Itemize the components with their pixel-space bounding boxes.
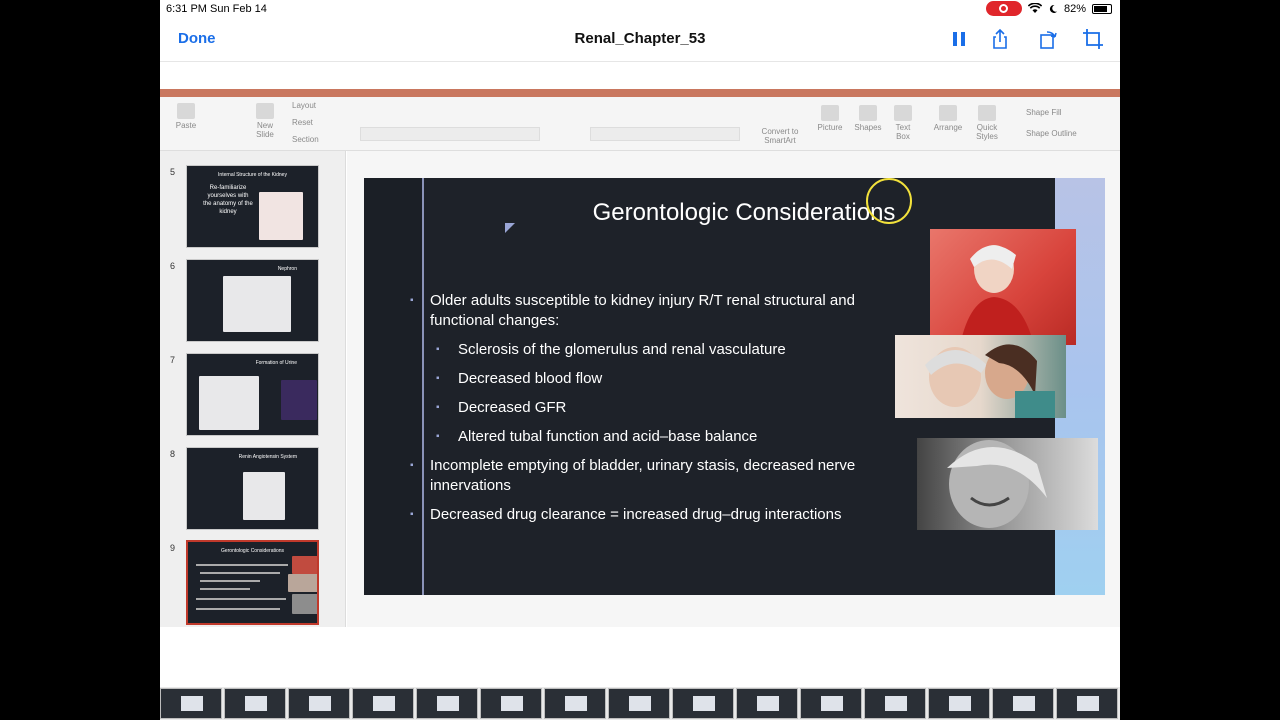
shape-outline-button[interactable]: Shape Outline: [1026, 129, 1106, 138]
paste-icon: [177, 103, 195, 119]
picture-icon: [821, 105, 839, 121]
status-time: 6:31 PM Sun Feb 14: [166, 3, 267, 15]
slide-thumbnail-9[interactable]: Gerontologic Considerations: [186, 540, 319, 625]
thumbnail-number: 5: [170, 167, 176, 177]
thumbnail-number: 8: [170, 449, 176, 459]
bullet-item: Incomplete emptying of bladder, urinary …: [408, 456, 918, 496]
nephron-image: [223, 276, 291, 332]
urine-formation-image: [199, 376, 259, 430]
kidney-image: [259, 192, 303, 240]
bullet-item: Sclerosis of the glomerulus and renal va…: [408, 340, 918, 360]
slide-thumbnail-pane: 5 Internal Structure of the Kidney Re-fa…: [160, 151, 346, 627]
wifi-icon: [1027, 3, 1042, 13]
slide-edit-area: Gerontologic Considerations Older adults…: [347, 151, 1120, 627]
pause-icon[interactable]: [948, 28, 970, 50]
battery-level: [1094, 5, 1108, 12]
reset-button[interactable]: Reset: [292, 118, 348, 127]
photo-caregiver-with-elder[interactable]: [895, 335, 1066, 418]
text-box-button[interactable]: Text Box: [890, 105, 916, 141]
document-title: Renal_Chapter_53: [574, 30, 706, 47]
thumbnail-title: Renin Angiotensin System: [238, 454, 297, 460]
thumbnail-title: Formation of Urine: [255, 360, 297, 366]
video-scrubber-filmstrip[interactable]: [160, 687, 1120, 720]
filmstrip-frame: [544, 688, 606, 719]
filmstrip-frame: [864, 688, 926, 719]
ipad-screen: 6:31 PM Sun Feb 14 82% Done Renal_Chapte…: [160, 0, 1120, 720]
convert-to-smartart-button[interactable]: Convert to SmartArt: [756, 127, 804, 145]
bottom-blank-area: [160, 627, 1120, 687]
filmstrip-frame: [480, 688, 542, 719]
filmstrip-frame: [160, 688, 222, 719]
filmstrip-frame: [416, 688, 478, 719]
filmstrip-frame: [288, 688, 350, 719]
bullet-item: Decreased GFR: [408, 398, 918, 418]
filmstrip-frame: [1056, 688, 1118, 719]
shapes-icon: [859, 105, 877, 121]
kidney-diagram-image: [281, 380, 317, 420]
thumbnail-title: Nephron: [277, 266, 297, 272]
slide-thumbnail-5[interactable]: Internal Structure of the Kidney Re-fami…: [186, 165, 319, 248]
slide-thumbnail-6[interactable]: Nephron: [186, 259, 319, 342]
section-button[interactable]: Section: [292, 135, 348, 144]
quick-styles-icon: [978, 105, 996, 121]
thumbnail-number: 7: [170, 355, 176, 365]
filmstrip-frame: [992, 688, 1054, 719]
status-right: 82%: [985, 1, 1112, 16]
rotate-icon[interactable]: [1037, 28, 1059, 50]
thumbnail-title: Gerontologic Considerations: [220, 548, 285, 554]
slide-thumbnail-8[interactable]: Renin Angiotensin System: [186, 447, 319, 530]
arrange-icon: [939, 105, 957, 121]
pointer-highlight: [866, 178, 912, 224]
slide-title[interactable]: Gerontologic Considerations: [424, 199, 1064, 227]
filmstrip-frame: [928, 688, 990, 719]
bullet-item: Decreased drug clearance = increased dru…: [408, 505, 918, 525]
thumbnail-text: Re-familiarize yourselves with the anato…: [203, 185, 253, 215]
slide-thumbnail-7[interactable]: Formation of Urine: [186, 353, 319, 436]
status-bar: 6:31 PM Sun Feb 14 82%: [160, 0, 1120, 18]
current-slide[interactable]: Gerontologic Considerations Older adults…: [364, 178, 1105, 595]
new-slide-icon: [256, 103, 274, 119]
filmstrip-frame: [608, 688, 670, 719]
record-icon: [999, 4, 1009, 13]
arrange-button[interactable]: Arrange: [930, 105, 966, 132]
photo-smiling-older-woman[interactable]: [930, 229, 1076, 345]
share-icon[interactable]: [989, 28, 1011, 50]
bullet-item: Altered tubal function and acid–base bal…: [408, 427, 918, 447]
thumbnail-photo: [292, 556, 317, 574]
shapes-button[interactable]: Shapes: [852, 105, 884, 132]
bullet-item: Older adults susceptible to kidney injur…: [408, 291, 918, 331]
slide-bullet-list[interactable]: Older adults susceptible to kidney injur…: [408, 291, 918, 534]
thumbnail-number: 9: [170, 543, 176, 553]
layout-button[interactable]: Layout: [292, 101, 348, 110]
ribbon-toolbar: Paste New Slide Layout Reset Section Con…: [160, 97, 1120, 151]
photo-elderly-woman-portrait[interactable]: [917, 438, 1098, 530]
screen-record-indicator[interactable]: [985, 1, 1022, 16]
thumbnail-title: Internal Structure of the Kidney: [218, 172, 287, 178]
picture-button[interactable]: Picture: [814, 105, 846, 132]
filmstrip-frame: [352, 688, 414, 719]
quick-styles-button[interactable]: Quick Styles: [972, 105, 1002, 141]
battery-icon: [1092, 3, 1112, 14]
battery-percent: 82%: [1063, 2, 1086, 15]
filmstrip-frame: [736, 688, 798, 719]
filmstrip-frame: [800, 688, 862, 719]
ribbon-tab-strip[interactable]: [160, 89, 1120, 97]
shape-fill-button[interactable]: Shape Fill: [1026, 108, 1096, 117]
bullet-item: Decreased blood flow: [408, 369, 918, 389]
font-format-controls[interactable]: [360, 127, 540, 141]
crop-icon[interactable]: [1082, 28, 1104, 50]
thumbnail-photo: [292, 594, 317, 614]
text-box-icon: [894, 105, 912, 121]
paragraph-format-controls[interactable]: [590, 127, 740, 141]
raas-diagram-image: [243, 472, 285, 520]
navigation-bar: Done Renal_Chapter_53: [160, 18, 1120, 62]
thumbnail-photo: [288, 574, 317, 592]
moon-icon: [1049, 4, 1057, 13]
thumbnail-number: 6: [170, 261, 176, 271]
paste-button[interactable]: Paste: [172, 103, 200, 130]
new-slide-button[interactable]: New Slide: [250, 103, 280, 139]
filmstrip-frame: [672, 688, 734, 719]
filmstrip-frame: [224, 688, 286, 719]
